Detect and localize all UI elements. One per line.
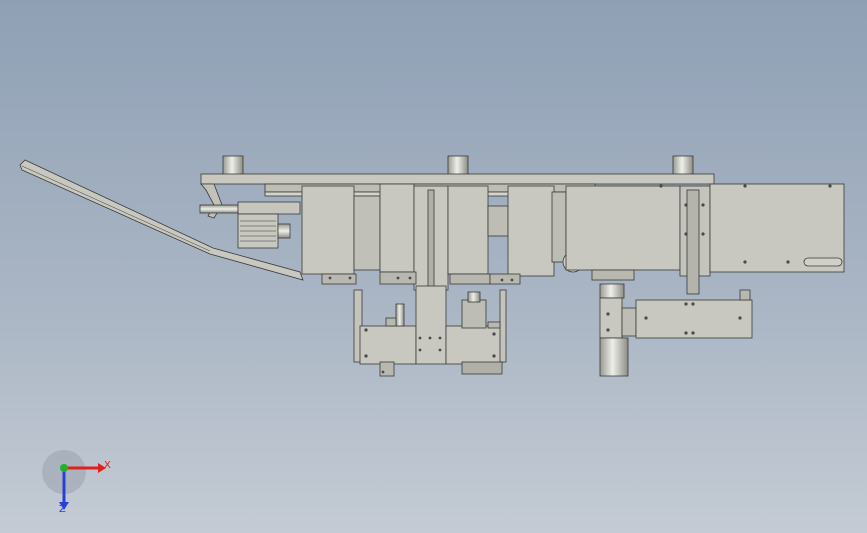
vertical-slide-right: [686, 189, 700, 295]
cad-viewport[interactable]: X Z: [0, 0, 867, 533]
vertical-slide-left: [427, 189, 435, 291]
top-mounting-plate: [200, 173, 715, 185]
lower-lift-assembly: [599, 283, 753, 377]
motor-housing-left: [301, 185, 355, 275]
top-cylinder-caps: [222, 155, 694, 177]
motor-housing-mid: [447, 185, 489, 275]
motor-housing-mid-right: [507, 185, 555, 277]
lower-gripper-assembly: [353, 285, 507, 377]
right-drive-housing: [565, 185, 681, 271]
orientation-triad: X Z: [42, 450, 111, 515]
motor-housing-mid-left: [379, 183, 415, 273]
z-axis-label: Z: [59, 504, 66, 515]
x-axis-label: X: [104, 460, 111, 471]
left-actuator: [199, 201, 301, 249]
y-axis-dot: [60, 464, 68, 472]
